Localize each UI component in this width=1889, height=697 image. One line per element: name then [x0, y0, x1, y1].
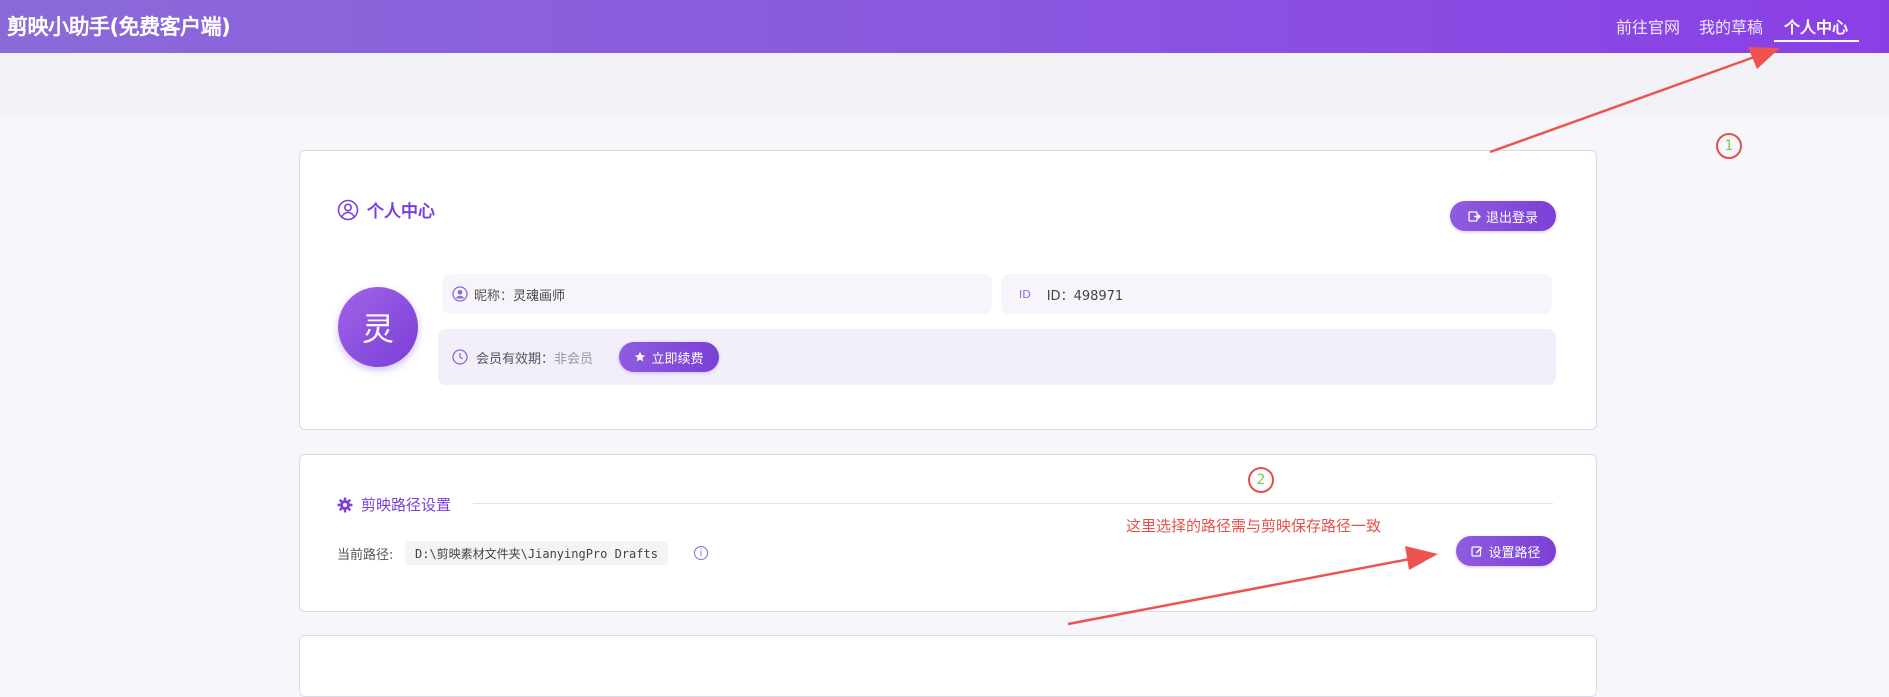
star-icon	[634, 351, 646, 363]
path-section-title: 剪映路径设置	[337, 494, 451, 515]
profile-section-title: 个人中心	[337, 197, 435, 222]
set-path-label: 设置路径	[1488, 545, 1541, 561]
membership-value: 非会员	[554, 351, 594, 367]
next-card	[299, 635, 1597, 697]
clock-icon	[452, 349, 468, 365]
current-path-label: 当前路径:	[337, 548, 394, 563]
annotation-note: 这里选择的路径需与剪映保存路径一致	[1126, 517, 1382, 535]
id-badge: ID	[1019, 287, 1031, 301]
gear-icon	[337, 497, 353, 513]
logout-label: 退出登录	[1485, 210, 1538, 226]
nickname-box: 昵称： 灵魂画师	[442, 274, 992, 314]
set-path-button[interactable]: 设置路径	[1456, 536, 1556, 566]
membership-box: 会员有效期： 非会员	[438, 329, 1556, 385]
nickname-value: 灵魂画师	[513, 288, 566, 304]
header-spacer	[0, 53, 1889, 116]
path-settings-card	[299, 454, 1597, 612]
info-icon[interactable]: i	[694, 546, 708, 560]
annotation-marker-1: 1	[1716, 133, 1742, 159]
path-title-text: 剪映路径设置	[361, 496, 452, 514]
nav-my-drafts[interactable]: 我的草稿	[1699, 14, 1763, 38]
section-divider	[473, 503, 1553, 504]
profile-title-text: 个人中心	[367, 202, 435, 222]
user-circle-icon	[337, 199, 359, 221]
edit-icon	[1471, 545, 1483, 557]
renew-button[interactable]: 立即续费	[619, 342, 719, 372]
membership-label: 会员有效期：	[476, 351, 555, 367]
logout-icon	[1468, 210, 1481, 223]
renew-label: 立即续费	[651, 351, 704, 367]
nav-profile[interactable]: 个人中心	[1784, 14, 1848, 38]
user-small-icon	[452, 286, 468, 302]
nickname-label: 昵称：	[474, 288, 514, 304]
user-id-text: ID：498971	[1046, 288, 1124, 304]
app-title: 剪映小助手(免费客户端)	[7, 15, 231, 39]
nav-active-underline	[1774, 40, 1859, 42]
avatar: 灵	[338, 287, 418, 367]
nav-official-site[interactable]: 前往官网	[1616, 14, 1680, 38]
top-navbar: 剪映小助手(免费客户端) 前往官网 我的草稿 个人中心	[0, 0, 1889, 53]
annotation-marker-2: 2	[1248, 467, 1274, 493]
logout-button[interactable]: 退出登录	[1450, 201, 1556, 231]
user-id-box: ID ID：498971	[1001, 274, 1552, 314]
current-path-value: D:\剪映素材文件夹\JianyingPro Drafts	[405, 541, 668, 565]
